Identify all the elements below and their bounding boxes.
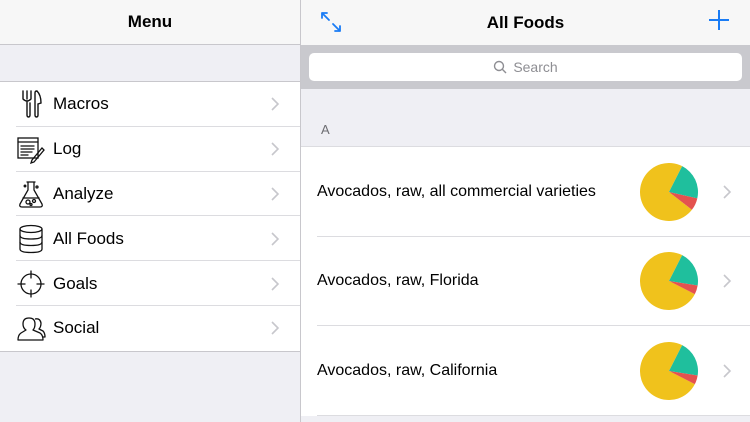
food-name: Avocados, raw, Florida (317, 272, 479, 290)
macro-pie-chart (640, 341, 698, 400)
chevron-right-icon (271, 142, 280, 156)
chevron-right-icon (271, 277, 280, 291)
menu-item-label: Macros (53, 94, 109, 114)
chevron-right-icon (271, 187, 280, 201)
menu-item-all-foods[interactable]: All Foods (0, 216, 300, 261)
menu-item-label: All Foods (53, 228, 124, 248)
chevron-right-icon (723, 274, 732, 288)
people-icon (16, 313, 46, 343)
add-food-button[interactable] (708, 9, 730, 31)
food-row[interactable]: Avocados, raw, all commercial varieties (301, 147, 750, 237)
database-icon (16, 224, 46, 254)
macro-pie-chart (640, 162, 698, 221)
food-row[interactable]: Avocados, raw, Florida (301, 237, 750, 327)
food-list: Avocados, raw, all commercial varieties … (301, 146, 750, 416)
menu-item-analyze[interactable]: Analyze (0, 172, 300, 217)
menu-item-label: Goals (53, 273, 98, 293)
menu-pane: Menu Macros Log Analyze All Foods Goals … (0, 0, 300, 422)
menu-item-label: Social (53, 318, 100, 338)
menu-item-log[interactable]: Log (0, 127, 300, 172)
chevron-right-icon (271, 232, 280, 246)
section-letter: A (321, 122, 330, 137)
menu-title: Menu (127, 12, 173, 31)
log-pencil-icon (16, 134, 46, 165)
crosshair-icon (16, 269, 46, 299)
food-name: Avocados, raw, California (317, 361, 498, 379)
menu-list: Macros Log Analyze All Foods Goals Socia… (0, 81, 300, 352)
menu-nav-bar: Menu (0, 0, 300, 45)
menu-item-macros[interactable]: Macros (0, 82, 300, 127)
menu-item-label: Log (53, 139, 82, 159)
all-foods-nav-bar: All Foods (301, 0, 750, 45)
menu-item-social[interactable]: Social (0, 306, 300, 351)
chevron-right-icon (723, 185, 732, 199)
expand-icon[interactable] (319, 10, 343, 34)
chevron-right-icon (271, 321, 280, 335)
search-placeholder: Search (513, 59, 558, 75)
flask-icon (16, 179, 46, 209)
macro-pie-chart (640, 252, 698, 311)
search-input[interactable]: Search (309, 53, 742, 81)
page-title: All Foods (486, 12, 565, 32)
menu-item-goals[interactable]: Goals (0, 261, 300, 306)
food-name: Avocados, raw, all commercial varieties (317, 182, 596, 200)
food-row[interactable]: Avocados, raw, California (301, 326, 750, 416)
menu-item-label: Analyze (53, 183, 114, 203)
search-bar: Search (301, 45, 750, 89)
fork-knife-icon (16, 89, 46, 119)
section-header: A (301, 89, 750, 146)
all-foods-pane: All Foods Search A Avocados, raw, all co… (301, 0, 750, 422)
chevron-right-icon (271, 97, 280, 111)
chevron-right-icon (723, 364, 732, 378)
search-icon (494, 60, 507, 74)
